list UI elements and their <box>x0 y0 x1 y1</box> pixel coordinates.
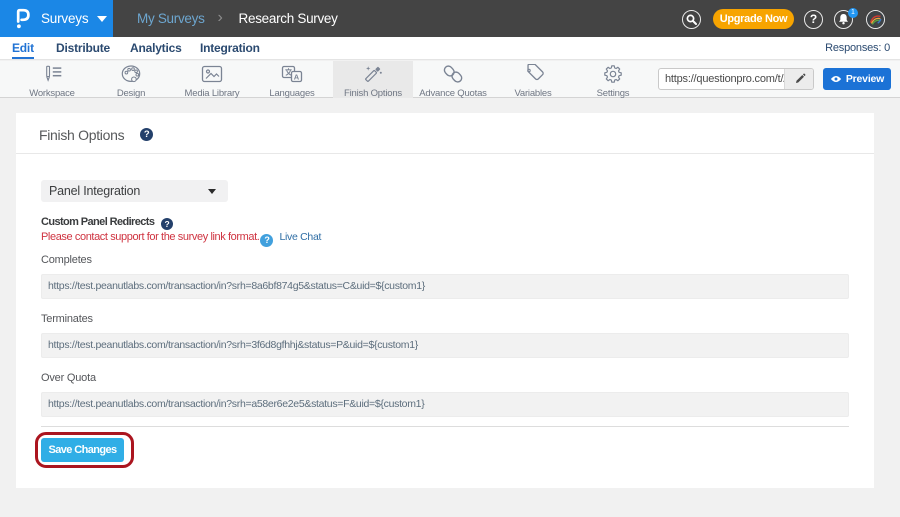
svg-text:A: A <box>294 73 300 82</box>
